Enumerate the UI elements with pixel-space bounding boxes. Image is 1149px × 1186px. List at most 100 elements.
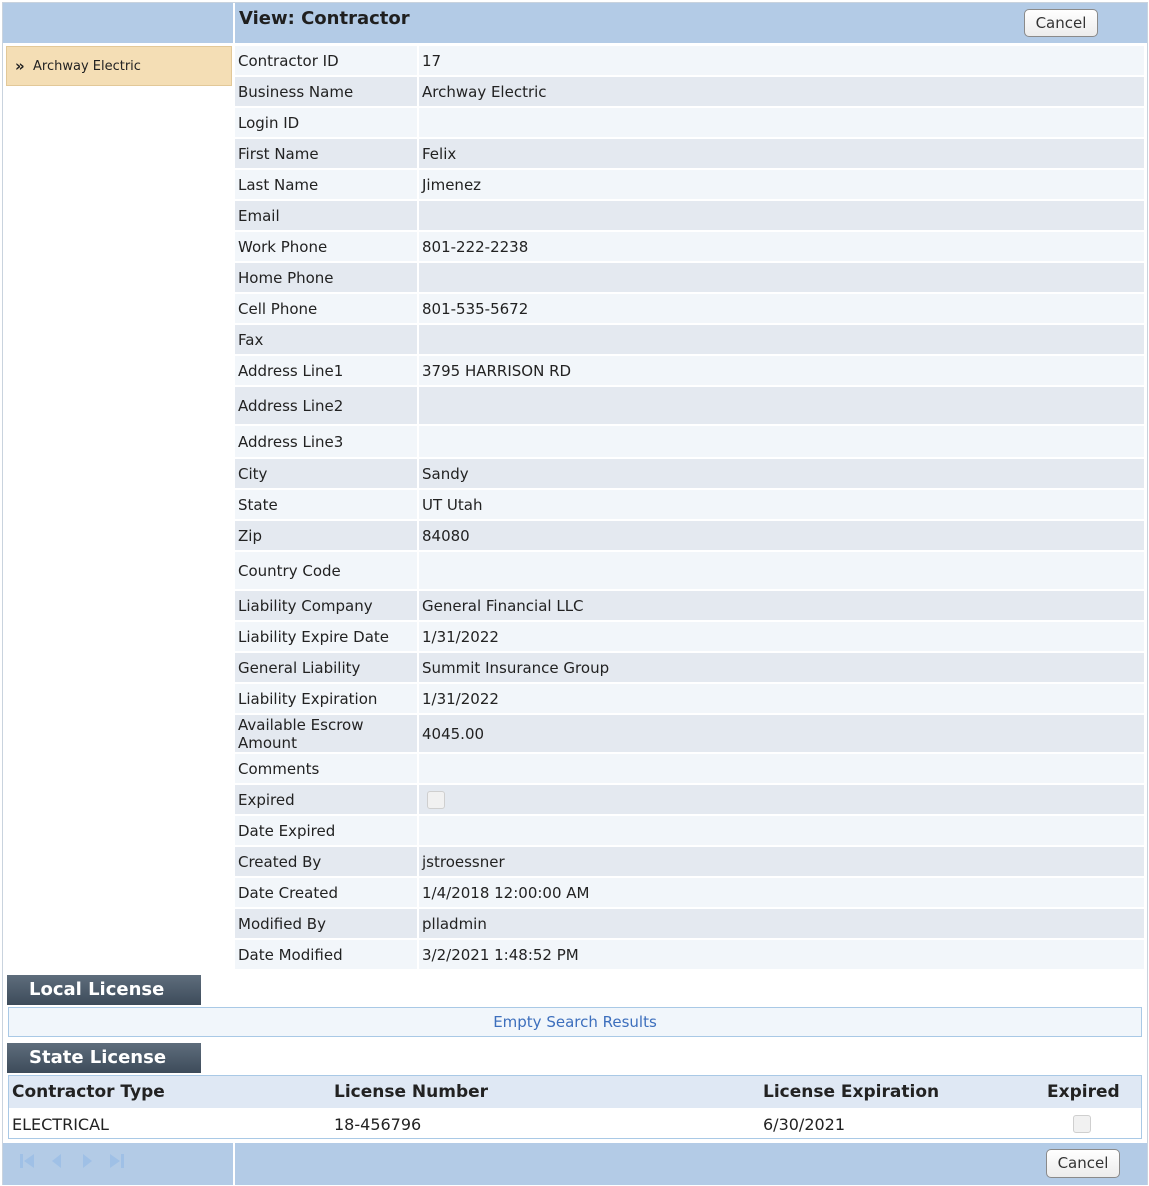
detail-row-liability-expire-date: Liability Expire Date 1/31/2022 <box>235 622 1144 653</box>
detail-row-address-line3: Address Line3 <box>235 426 1144 459</box>
field-label: City <box>238 464 268 483</box>
field-value: Sandy <box>417 459 1144 488</box>
page-title: View: Contractor <box>239 8 410 29</box>
local-license-empty-results: Empty Search Results <box>8 1007 1142 1037</box>
field-value <box>417 754 1144 783</box>
field-label: Liability Company <box>238 596 373 615</box>
field-label: Home Phone <box>238 268 334 287</box>
column-header-contractor-type[interactable]: Contractor Type <box>12 1082 165 1102</box>
field-value: Jimenez <box>417 170 1144 199</box>
detail-row-modified-by: Modified By plladmin <box>235 909 1144 940</box>
table-row[interactable]: ELECTRICAL 18-456796 6/30/2021 <box>9 1109 1141 1139</box>
field-label: Liability Expiration <box>238 689 378 708</box>
footer-divider <box>233 1143 235 1185</box>
field-value: Summit Insurance Group <box>417 653 1144 682</box>
field-label: Date Expired <box>238 821 336 840</box>
column-header-license-expiration[interactable]: License Expiration <box>763 1082 939 1102</box>
detail-row-state: State UT Utah <box>235 490 1144 521</box>
field-label: General Liability <box>238 658 361 677</box>
expired-checkbox[interactable] <box>427 790 445 809</box>
header-bar <box>3 3 1147 43</box>
last-page-icon[interactable] <box>107 1151 127 1171</box>
contractor-details: Contractor ID 17 Business Name Archway E… <box>235 46 1144 971</box>
detail-row-first-name: First Name Felix <box>235 139 1144 170</box>
detail-row-email: Email <box>235 201 1144 232</box>
sidebar-item-archway-electric[interactable]: » Archway Electric <box>6 46 232 86</box>
field-value <box>417 785 1144 814</box>
field-value: 84080 <box>417 521 1144 550</box>
detail-row-general-liability: General Liability Summit Insurance Group <box>235 653 1144 684</box>
field-label: Created By <box>238 852 322 871</box>
field-value: 801-535-5672 <box>417 294 1144 323</box>
sidebar-item-label: Archway Electric <box>33 59 141 74</box>
field-label: Date Modified <box>238 945 343 964</box>
detail-row-business-name: Business Name Archway Electric <box>235 77 1144 108</box>
field-label: Liability Expire Date <box>238 627 389 646</box>
field-label: Work Phone <box>238 237 328 256</box>
detail-row-country-code: Country Code <box>235 552 1144 591</box>
detail-row-address-line2: Address Line2 <box>235 387 1144 426</box>
cell-expired-checkbox[interactable] <box>1073 1115 1091 1133</box>
local-license-header: Local License <box>7 975 201 1005</box>
detail-row-created-by: Created By jstroessner <box>235 847 1144 878</box>
detail-row-date-created: Date Created 1/4/2018 12:00:00 AM <box>235 878 1144 909</box>
field-value: 4045.00 <box>417 715 1144 752</box>
field-value <box>417 552 1144 589</box>
grid-header-row: Contractor Type License Number License E… <box>9 1076 1141 1108</box>
field-value: 17 <box>417 46 1144 75</box>
state-license-header: State License <box>7 1043 201 1073</box>
detail-row-comments: Comments <box>235 754 1144 785</box>
field-value: 1/4/2018 12:00:00 AM <box>417 878 1144 907</box>
field-value: 1/31/2022 <box>417 684 1144 713</box>
cell-license-number: 18-456796 <box>334 1115 422 1134</box>
field-value: UT Utah <box>417 490 1144 519</box>
detail-row-date-expired: Date Expired <box>235 816 1144 847</box>
double-chevron-right-icon: » <box>15 57 25 75</box>
field-value: 3795 HARRISON RD <box>417 356 1144 385</box>
cell-contractor-type: ELECTRICAL <box>12 1115 109 1134</box>
field-label: Country Code <box>238 561 341 580</box>
cancel-button-top[interactable]: Cancel <box>1024 9 1098 37</box>
detail-row-liability-company: Liability Company General Financial LLC <box>235 591 1144 622</box>
field-value: Felix <box>417 139 1144 168</box>
detail-row-cell-phone: Cell Phone 801-535-5672 <box>235 294 1144 325</box>
detail-row-last-name: Last Name Jimenez <box>235 170 1144 201</box>
detail-row-contractor-id: Contractor ID 17 <box>235 46 1144 77</box>
detail-row-expired: Expired <box>235 785 1144 816</box>
field-value: 801-222-2238 <box>417 232 1144 261</box>
header-divider <box>233 3 235 43</box>
detail-row-zip: Zip 84080 <box>235 521 1144 552</box>
field-value <box>417 426 1144 457</box>
next-page-icon[interactable] <box>77 1151 97 1171</box>
field-label: Email <box>238 206 280 225</box>
detail-row-liability-expiration: Liability Expiration 1/31/2022 <box>235 684 1144 715</box>
field-label: Available Escrow Amount <box>238 715 364 752</box>
footer-bar <box>3 1143 1147 1185</box>
detail-row-escrow-amount: Available Escrow Amount 4045.00 <box>235 715 1144 754</box>
cancel-button-bottom[interactable]: Cancel <box>1046 1149 1120 1178</box>
column-header-expired[interactable]: Expired <box>1047 1082 1120 1102</box>
field-value <box>417 816 1144 845</box>
detail-row-login-id: Login ID <box>235 108 1144 139</box>
field-value <box>417 201 1144 230</box>
field-label: Login ID <box>238 113 300 132</box>
field-label: Last Name <box>238 175 319 194</box>
first-page-icon[interactable] <box>17 1151 37 1171</box>
field-label: State <box>238 495 278 514</box>
previous-page-icon[interactable] <box>47 1151 67 1171</box>
detail-row-city: City Sandy <box>235 459 1144 490</box>
field-label: Address Line2 <box>238 396 344 415</box>
detail-row-fax: Fax <box>235 325 1144 356</box>
detail-row-date-modified: Date Modified 3/2/2021 1:48:52 PM <box>235 940 1144 971</box>
column-header-license-number[interactable]: License Number <box>334 1082 488 1102</box>
detail-row-address-line1: Address Line1 3795 HARRISON RD <box>235 356 1144 387</box>
field-value: jstroessner <box>417 847 1144 876</box>
detail-row-work-phone: Work Phone 801-222-2238 <box>235 232 1144 263</box>
field-label: Comments <box>238 759 320 778</box>
field-value: Archway Electric <box>417 77 1144 106</box>
state-license-grid: Contractor Type License Number License E… <box>8 1075 1142 1139</box>
field-label: Modified By <box>238 914 326 933</box>
detail-row-home-phone: Home Phone <box>235 263 1144 294</box>
field-label: Cell Phone <box>238 299 318 318</box>
field-label: Contractor ID <box>238 51 339 70</box>
